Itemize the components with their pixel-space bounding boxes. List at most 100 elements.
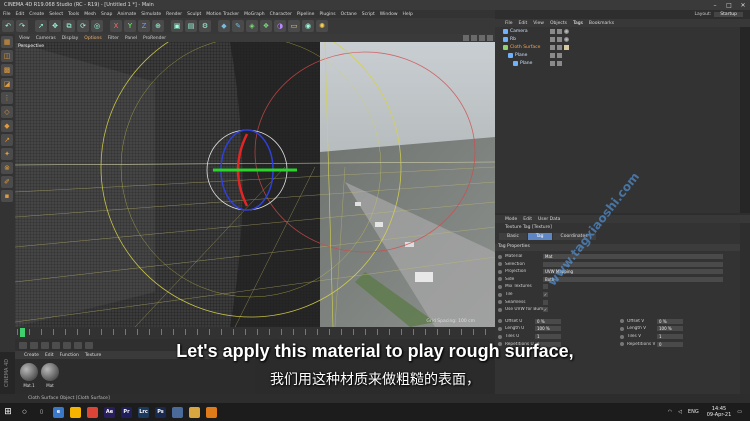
viewport-menu-cameras[interactable]: Cameras (36, 36, 56, 41)
undo-icon[interactable]: ↶ (2, 20, 14, 32)
section-header[interactable]: Tag Properties (495, 244, 740, 251)
render-picture-viewer-icon[interactable]: ▤ (185, 20, 197, 32)
animation-dot-icon[interactable] (498, 319, 502, 324)
visibility-icon[interactable] (550, 60, 555, 66)
taskbar-app-icon[interactable]: Pr (121, 406, 132, 418)
attribute-menu-mode[interactable]: Mode (505, 217, 517, 222)
timeline-ruler[interactable] (17, 329, 493, 335)
render-check-icon[interactable] (557, 52, 562, 58)
3d-viewport[interactable]: Perspective Grid Spacing: 100 cm (15, 42, 495, 327)
viewport-menu-view[interactable]: View (19, 36, 30, 41)
notifications-icon[interactable]: ▭ (737, 409, 742, 415)
object-manager-menu-item[interactable]: View (533, 21, 544, 26)
viewport-menu-prorender[interactable]: ProRender (143, 36, 166, 41)
menu-item[interactable]: Script (362, 12, 375, 17)
menu-item[interactable]: Sculpt (187, 12, 201, 17)
menu-item[interactable]: Motion Tracker (206, 12, 239, 17)
attribute-menu-edit[interactable]: Edit (523, 217, 532, 222)
menu-item[interactable]: Pipeline (297, 12, 315, 17)
object-row[interactable]: Cloth Surface (495, 43, 740, 51)
object-manager-menu-item[interactable]: Objects (550, 21, 567, 26)
object-row[interactable]: Rb (495, 35, 740, 43)
volume-icon[interactable]: ◁ (678, 409, 682, 415)
viewport-menu-panel[interactable]: Panel (125, 36, 137, 41)
property-number-field[interactable]: 1 (535, 334, 561, 339)
deformer-icon[interactable]: ◑ (274, 20, 286, 32)
live-select-icon[interactable]: ◎ (91, 20, 103, 32)
property-checkbox[interactable]: ✓ (543, 292, 548, 297)
taskbar-app-icon[interactable] (206, 406, 217, 418)
property-number-field[interactable]: 0 % (535, 318, 561, 324)
property-field[interactable]: Both (543, 276, 723, 282)
select-icon[interactable]: ➚ (35, 20, 47, 32)
menu-item[interactable]: Character (270, 12, 292, 17)
menu-item[interactable]: MoGraph (244, 12, 264, 17)
coordinate-system-icon[interactable]: ⊕ (152, 20, 164, 32)
attribute-menu-user-data[interactable]: User Data (538, 217, 560, 222)
property-number-field[interactable]: 100 % (657, 326, 683, 332)
edges-mode-icon[interactable]: ◇ (1, 106, 13, 118)
texture-tag-icon[interactable] (564, 44, 569, 50)
viewport-menu-filter[interactable]: Filter (108, 36, 119, 41)
taskbar-app-icon[interactable]: Ps (155, 406, 166, 418)
menu-item[interactable]: Create (29, 12, 44, 17)
menu-item[interactable]: Simulate (141, 12, 161, 17)
y-axis-icon[interactable]: Y (124, 20, 136, 32)
language-indicator[interactable]: ENG (688, 409, 699, 415)
pan-icon[interactable] (463, 35, 469, 41)
cube-icon[interactable]: ◆ (218, 20, 230, 32)
object-manager-menu-item[interactable]: Edit (519, 21, 528, 26)
minimize-icon[interactable]: – (708, 2, 722, 9)
x-axis-icon[interactable]: X (110, 20, 122, 32)
menu-item[interactable]: Render (166, 12, 182, 17)
pen-icon[interactable]: ✎ (232, 20, 244, 32)
timeline-playhead[interactable] (20, 328, 25, 337)
taskbar-app-icon[interactable]: Lrc (138, 406, 149, 418)
clock[interactable]: 14:45 09-Apr-21 (707, 406, 732, 418)
property-number-field[interactable]: 100 % (535, 326, 561, 332)
layout-dropdown[interactable]: Startup (714, 11, 743, 17)
menu-item[interactable]: Animate (117, 12, 136, 17)
points-mode-icon[interactable]: ⋮ (1, 92, 13, 104)
camera-icon[interactable]: ◉ (302, 20, 314, 32)
animation-dot-icon[interactable] (620, 326, 624, 331)
wifi-icon[interactable]: ◠ (668, 409, 672, 415)
timeline[interactable] (15, 327, 495, 339)
maximize-icon[interactable]: □ (722, 2, 736, 9)
subdivision-icon[interactable]: ◈ (246, 20, 258, 32)
property-checkbox[interactable] (543, 299, 548, 305)
animation-dot-icon[interactable] (498, 326, 502, 331)
menu-item[interactable]: Select (49, 12, 63, 17)
scale-icon[interactable]: ⧉ (63, 20, 75, 32)
visibility-icon[interactable] (550, 44, 555, 50)
object-row[interactable]: Plane (495, 59, 740, 67)
search-icon[interactable]: ○ (19, 407, 30, 418)
tag-icon[interactable] (564, 28, 569, 34)
task-view-icon[interactable]: ▯ (36, 407, 47, 418)
object-manager-menu-item[interactable]: Tags (573, 21, 583, 26)
animation-dot-icon[interactable] (498, 307, 502, 312)
tweak-mode-icon[interactable]: ✦ (1, 148, 13, 160)
menu-item[interactable]: Window (380, 12, 398, 17)
animation-dot-icon[interactable] (498, 292, 502, 297)
taskbar-app-icon[interactable] (172, 406, 183, 418)
property-checkbox[interactable] (543, 284, 548, 290)
taskbar-app-icon[interactable] (87, 406, 98, 418)
polygons-mode-icon[interactable]: ◆ (1, 120, 13, 132)
brush-icon[interactable]: ✐ (1, 176, 13, 188)
floor-icon[interactable]: ▭ (288, 20, 300, 32)
move-icon[interactable]: ✥ (49, 20, 61, 32)
object-row[interactable]: Plane (495, 51, 740, 59)
property-number-field[interactable]: 0 % (657, 318, 683, 324)
viewport-menu-display[interactable]: Display (62, 36, 79, 41)
menu-item[interactable]: Help (403, 12, 413, 17)
render-settings-icon[interactable]: ⚙ (199, 20, 211, 32)
animation-dot-icon[interactable] (498, 269, 502, 274)
menu-item[interactable]: Plugins (319, 12, 335, 17)
make-editable-icon[interactable]: ▦ (1, 36, 13, 48)
animation-dot-icon[interactable] (498, 262, 502, 267)
lock-icon[interactable]: ▪ (1, 190, 13, 202)
animation-dot-icon[interactable] (498, 300, 502, 305)
property-checkbox[interactable]: ✓ (543, 307, 548, 313)
tag-icon[interactable] (564, 36, 569, 42)
